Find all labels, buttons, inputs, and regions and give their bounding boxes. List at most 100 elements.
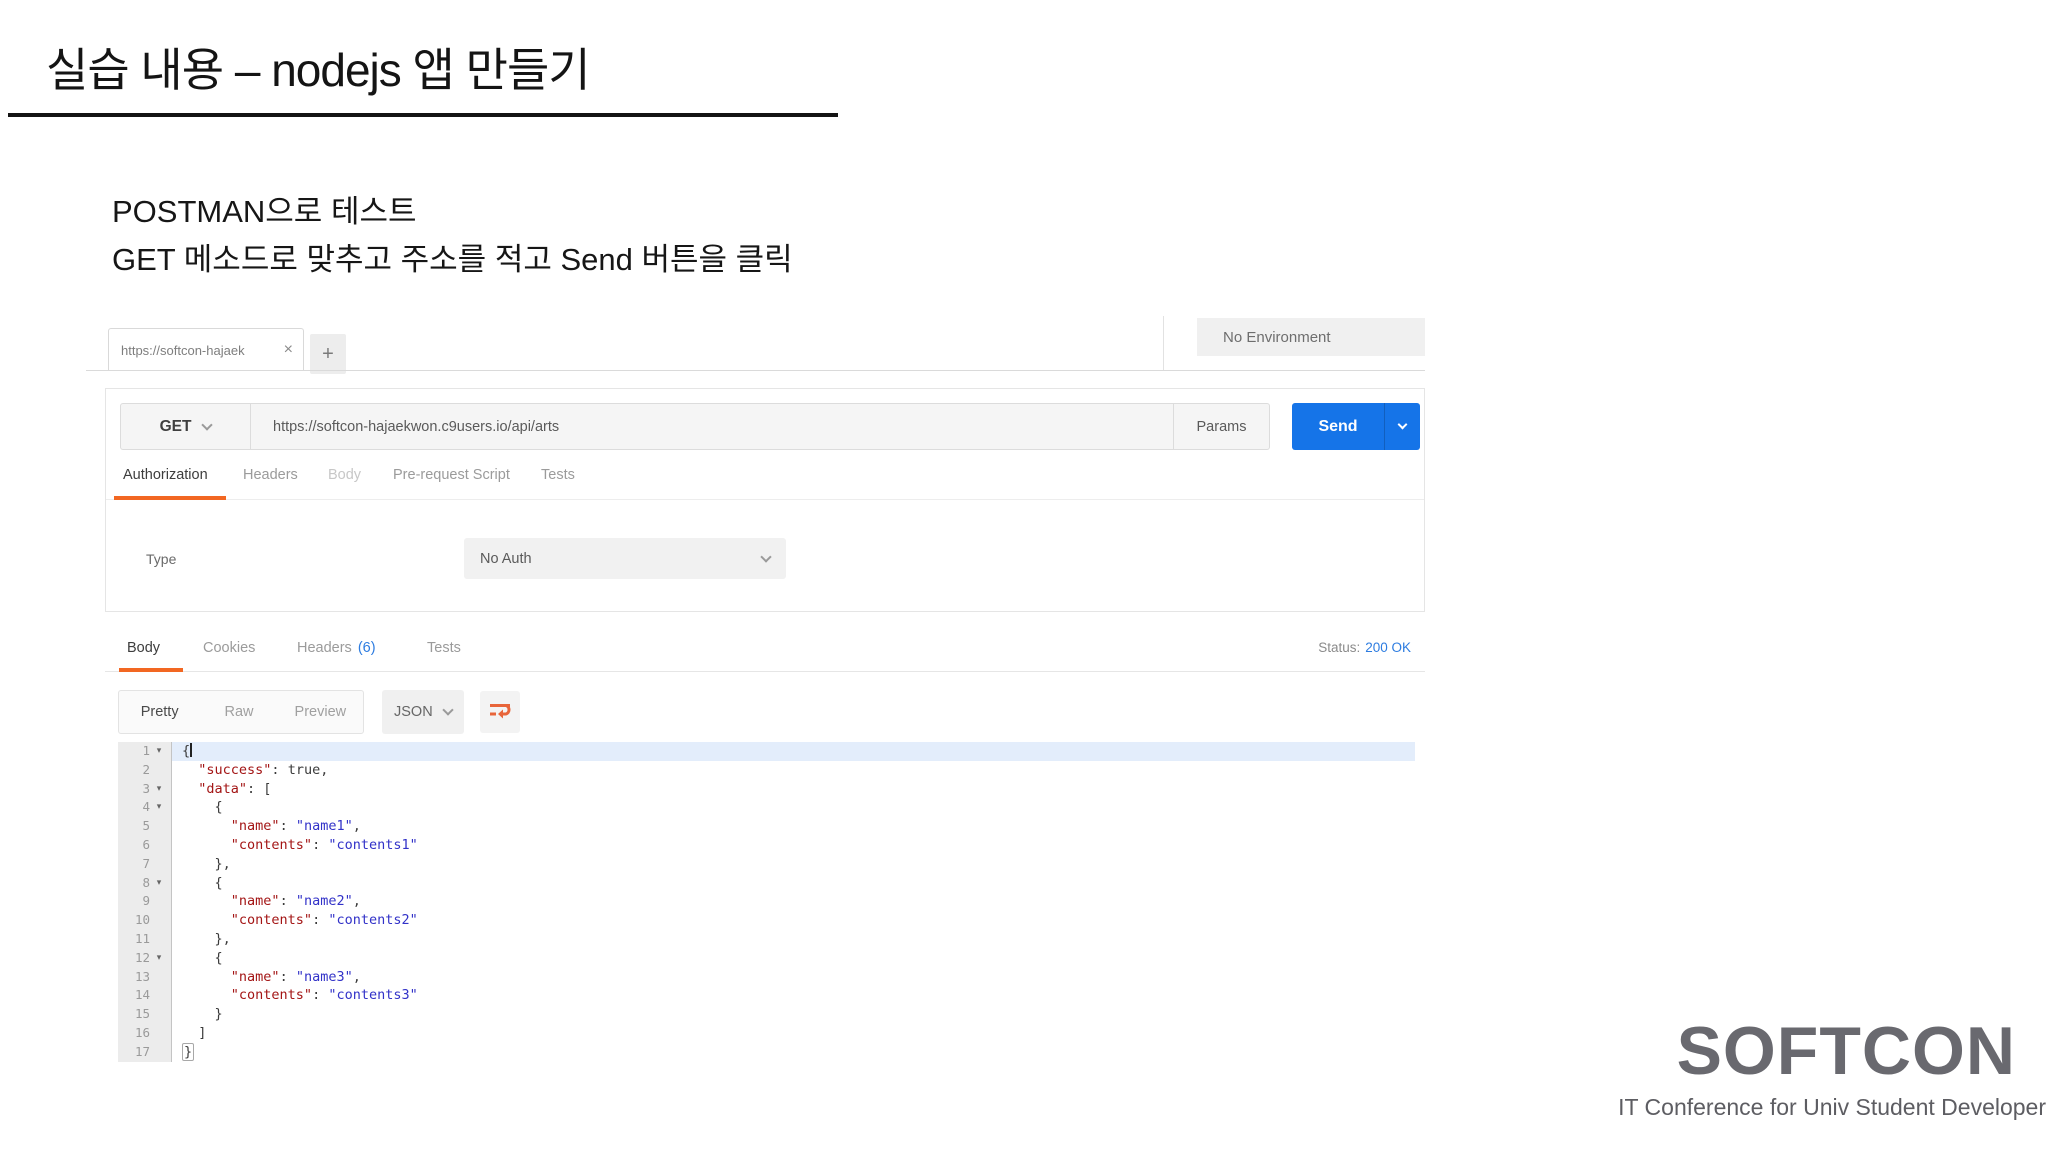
tab-headers[interactable]: Headers — [243, 467, 298, 483]
tab-response-tests[interactable]: Tests — [427, 640, 461, 656]
send-button[interactable]: Send — [1292, 403, 1420, 450]
page-title: 실습 내용 – nodejs 앱 만들기 — [46, 44, 591, 96]
plus-icon: + — [322, 342, 334, 365]
view-raw-button[interactable]: Raw — [200, 691, 277, 733]
gutter-cell: 4 ▾ — [118, 798, 172, 818]
code-text: { — [182, 949, 223, 966]
line-number: 16 — [134, 1024, 150, 1040]
line-number: 15 — [134, 1006, 150, 1022]
auth-type-label: Type — [146, 551, 177, 567]
environment-select-value: No Environment — [1223, 328, 1331, 346]
code-line: 15 } — [118, 1005, 1415, 1024]
tab-tests[interactable]: Tests — [541, 467, 575, 483]
fold-caret-icon[interactable]: ▾ — [150, 874, 168, 893]
tab-body[interactable]: Body — [328, 467, 361, 483]
code-text: "data": [ — [198, 780, 272, 797]
body-line-2: GET 메소드로 맞추고 주소를 적고 Send 버튼을 클릭 — [112, 242, 793, 277]
code-line: 4 ▾ { — [118, 798, 1415, 818]
view-pretty-button[interactable]: Pretty — [119, 691, 200, 733]
chevron-down-icon — [760, 550, 772, 563]
gutter-cell: 9 — [118, 892, 172, 912]
tab-response-cookies[interactable]: Cookies — [203, 640, 255, 656]
line-number: 2 — [142, 761, 150, 777]
code-text: "contents": "contents2" — [230, 912, 418, 929]
code-line: 13 "name": "name3", — [118, 967, 1415, 987]
body-line-1: POSTMAN으로 테스트 — [112, 194, 417, 229]
line-number: 17 — [134, 1043, 150, 1059]
line-number: 12 — [134, 949, 150, 965]
code-text: "name": "name3", — [230, 968, 361, 985]
code-text: "contents": "contents1" — [230, 836, 418, 853]
close-tab-icon[interactable]: × — [278, 341, 293, 359]
code-line: 10 "contents": "contents2" — [118, 911, 1415, 930]
softcon-logo: SOFTCON — [1676, 1013, 2016, 1089]
tab-pre-request-script[interactable]: Pre-request Script — [393, 467, 510, 483]
wrap-text-button[interactable] — [480, 691, 520, 733]
code-text: { — [182, 799, 223, 816]
send-button-label[interactable]: Send — [1292, 403, 1384, 450]
tab-response-headers[interactable]: Headers (6) — [297, 640, 376, 656]
code-line: 3 ▾ "data": [ — [118, 779, 1415, 799]
method-select[interactable]: GET — [121, 404, 251, 449]
code-text: { — [182, 874, 223, 891]
environment-select[interactable]: No Environment — [1197, 318, 1425, 356]
code-line: 2 "success": true, — [118, 760, 1415, 780]
auth-type-select[interactable]: No Auth — [464, 538, 786, 579]
method-select-value: GET — [159, 417, 192, 435]
gutter-cell: 11 — [118, 929, 172, 949]
response-tabs-row: Body Cookies Headers (6) Tests Status: 200… — [105, 630, 1425, 672]
headers-count-badge: (6) — [357, 640, 376, 656]
gutter-cell: 5 — [118, 817, 172, 836]
send-options-button[interactable] — [1384, 403, 1420, 450]
code-line: 17} — [118, 1042, 1415, 1062]
fold-caret-icon[interactable]: ▾ — [150, 798, 168, 817]
view-preview-button[interactable]: Preview — [278, 691, 363, 733]
request-panel: GET https://softcon-hajaekwon.c9users.io… — [105, 388, 1425, 612]
fold-caret-icon[interactable]: ▾ — [150, 742, 168, 761]
gutter-cell: 13 — [118, 967, 172, 987]
status-badge: Status: 200 OK — [1318, 640, 1411, 655]
code-line: 9 "name": "name2", — [118, 892, 1415, 912]
fold-caret-icon[interactable]: ▾ — [150, 780, 168, 799]
line-number: 6 — [142, 836, 150, 852]
tab-authorization[interactable]: Authorization — [123, 467, 208, 483]
view-mode-switch: Pretty Raw Preview — [118, 690, 364, 734]
code-text: }, — [182, 855, 231, 872]
slide: 실습 내용 – nodejs 앱 만들기 POSTMAN으로 테스트 GET 메… — [0, 0, 2048, 1152]
auth-type-select-value: No Auth — [480, 550, 532, 567]
params-button[interactable]: Params — [1173, 404, 1269, 449]
code-line: 16 ] — [118, 1023, 1415, 1043]
format-select[interactable]: JSON — [382, 690, 464, 734]
code-text: } — [182, 1006, 223, 1023]
gutter-cell: 8 ▾ — [118, 873, 172, 893]
new-tab-button[interactable]: + — [310, 334, 346, 374]
logo-tagline: IT Conference for Univ Student Developer — [1618, 1094, 2046, 1120]
footer-logo-block: SOFTCON IT Conference for Univ Student D… — [1618, 1012, 2048, 1121]
tabbar-bottom-border — [86, 370, 1425, 371]
chevron-down-icon — [442, 704, 454, 716]
line-number: 1 — [142, 743, 150, 758]
chevron-down-icon — [201, 418, 214, 431]
gutter-cell: 12 ▾ — [118, 948, 172, 968]
line-number: 5 — [142, 818, 150, 834]
request-tab-title: https://softcon-hajaek — [121, 342, 245, 358]
tab-response-body[interactable]: Body — [127, 640, 160, 656]
code-text: "name": "name2", — [230, 893, 361, 910]
status-value: 200 OK — [1365, 640, 1411, 655]
gutter-cell: 15 — [118, 1005, 172, 1024]
gutter-cell: 6 — [118, 835, 172, 855]
line-number: 3 — [142, 780, 150, 796]
response-body-editor[interactable]: 1 ▾{2 "success": true, 3 ▾ "data": [4 ▾ {5 "… — [118, 742, 1415, 1062]
header-separator — [1163, 316, 1164, 370]
code-line: 6 "contents": "contents1" — [118, 835, 1415, 855]
line-number: 7 — [142, 855, 150, 871]
line-number: 13 — [134, 968, 150, 984]
request-tab[interactable]: https://softcon-hajaek × — [108, 328, 304, 371]
gutter-cell: 17 — [118, 1042, 172, 1062]
gutter-cell: 10 — [118, 911, 172, 930]
code-text: ] — [182, 1024, 207, 1041]
code-line: 7 }, — [118, 854, 1415, 874]
gutter-cell: 2 — [118, 760, 172, 780]
url-input[interactable]: https://softcon-hajaekwon.c9users.io/api… — [251, 404, 1173, 449]
fold-caret-icon[interactable]: ▾ — [150, 949, 168, 968]
